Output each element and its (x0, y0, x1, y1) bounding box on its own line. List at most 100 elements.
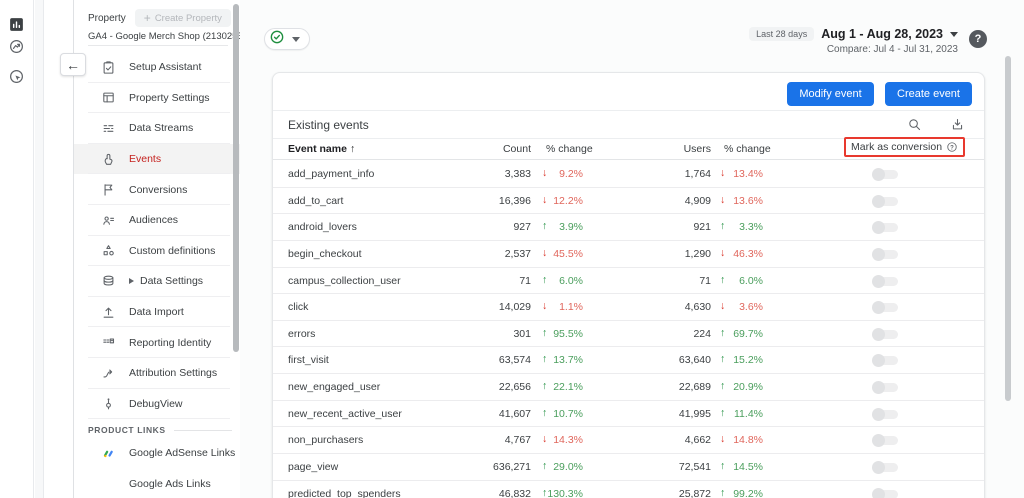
mark-as-conversion-toggle[interactable] (872, 381, 898, 395)
sidebar-item-reporting-identity[interactable]: Reporting Identity (74, 327, 240, 358)
search-icon[interactable] (907, 117, 922, 132)
table-row: page_view 636,271 ↑ 29.0% 72,541 ↑ 14.5% (273, 454, 984, 481)
table-body: add_payment_info 3,383 ↓ 9.2% 1,764 ↓ 13… (273, 161, 984, 498)
table-row: non_purchasers 4,767 ↓ 14.3% 4,662 ↓ 14.… (273, 427, 984, 454)
count-cell: 22,656 (498, 381, 531, 394)
users-change-cell: 14.5% (733, 461, 763, 474)
sidebar-item-custom-definitions[interactable]: Custom definitions (74, 236, 240, 267)
sidebar-item-data-streams[interactable]: Data Streams (74, 113, 240, 144)
users-cell: 224 (693, 327, 711, 340)
count-cell: 2,537 (504, 247, 531, 260)
menu-item-label: Google AdSense Links (129, 447, 236, 460)
mark-as-conversion-toggle[interactable] (872, 168, 898, 181)
svg-text:?: ? (950, 145, 954, 151)
mark-as-conversion-toggle[interactable] (872, 274, 898, 288)
table-title: Existing events (288, 117, 369, 132)
sidebar-item-setup-assistant[interactable]: Setup Assistant (74, 52, 240, 83)
mark-as-conversion-toggle[interactable] (872, 327, 898, 341)
sidebar-item-property-settings[interactable]: Property Settings (74, 83, 240, 114)
main-scrollbar[interactable] (1005, 56, 1011, 401)
column-header-event-name[interactable]: Event name ↑ (288, 143, 355, 155)
menu-item-label: Custom definitions (129, 244, 216, 257)
users-change-cell: 3.6% (739, 301, 763, 314)
users-cell: 1,764 (684, 168, 711, 180)
sidebar-item-attribution-settings[interactable]: Attribution Settings (74, 358, 240, 389)
users-change-arrow-icon: ↑ (720, 380, 726, 393)
count-change-cell: 10.7% (553, 407, 583, 420)
date-range-picker[interactable]: Last 28 days Aug 1 - Aug 28, 2023 Compar… (749, 27, 958, 55)
mark-as-conversion-toggle[interactable] (872, 221, 898, 235)
menu-item-icon (101, 90, 116, 105)
count-change-cell: 9.2% (559, 168, 583, 180)
product-links-menu: Google AdSense Links Google Ads Links (74, 438, 240, 498)
mark-as-conversion-toggle[interactable] (872, 354, 898, 368)
users-change-arrow-icon: ↑ (720, 353, 726, 366)
advertising-icon[interactable] (8, 68, 25, 85)
mark-as-conversion-toggle[interactable] (872, 461, 898, 475)
plus-icon: + (143, 11, 151, 25)
sidebar-item-events[interactable]: Events (74, 143, 240, 175)
menu-item-label: Setup Assistant (129, 61, 202, 74)
count-change-arrow-icon: ↑ (542, 353, 548, 366)
toggle-knob (872, 487, 885, 498)
reports-icon[interactable] (8, 16, 25, 33)
sidebar-item-google-adsense-links[interactable]: Google AdSense Links (74, 438, 240, 469)
sidebar-item-conversions[interactable]: Conversions (74, 174, 240, 205)
menu-item-label: Reporting Identity (129, 336, 212, 349)
property-name[interactable]: GA4 - Google Merch Shop (213025502) (88, 31, 256, 42)
download-icon[interactable] (950, 117, 965, 132)
mark-as-conversion-toggle[interactable] (872, 301, 898, 315)
nav-rail-strip (35, 0, 44, 498)
check-circle-icon (269, 29, 285, 50)
mark-as-conversion-toggle[interactable] (872, 194, 898, 208)
sidebar-scrollbar[interactable] (233, 4, 239, 352)
count-change-cell: 14.3% (553, 434, 583, 447)
mark-as-conversion-toggle[interactable] (872, 434, 898, 448)
sidebar-item-debugview[interactable]: DebugView (74, 389, 240, 420)
question-circle-icon[interactable]: ? (946, 141, 958, 153)
count-cell: 301 (513, 327, 531, 340)
users-change-cell: 6.0% (739, 274, 763, 287)
count-change-cell: 6.0% (559, 274, 583, 287)
create-event-button[interactable]: Create event (885, 82, 972, 106)
toggle-knob (872, 168, 885, 181)
property-status-dropdown[interactable] (264, 28, 310, 50)
date-range-value: Aug 1 - Aug 28, 2023 (821, 27, 943, 41)
mark-as-conversion-toggle[interactable] (872, 407, 898, 421)
count-change-cell: 130.3% (547, 487, 583, 498)
table-row: android_lovers 927 ↑ 3.9% 921 ↑ 3.3% (273, 214, 984, 241)
modify-event-button[interactable]: Modify event (787, 82, 874, 106)
mark-as-conversion-toggle[interactable] (872, 487, 898, 498)
count-change-arrow-icon: ↓ (542, 246, 548, 259)
count-change-cell: 45.5% (553, 247, 583, 260)
count-change-arrow-icon: ↓ (542, 300, 548, 313)
sidebar-item-data-settings[interactable]: Data Settings (74, 266, 240, 297)
explore-icon[interactable] (8, 38, 25, 55)
column-header-users: Users (683, 143, 711, 155)
help-button[interactable]: ? (969, 30, 987, 48)
table-row: campus_collection_user 71 ↑ 6.0% 71 ↑ 6.… (273, 268, 984, 295)
event-name-cell: click (288, 301, 309, 314)
menu-item-icon (101, 366, 116, 381)
property-label: Property (88, 12, 126, 24)
menu-item-label: Conversions (129, 183, 188, 196)
mark-as-conversion-toggle[interactable] (872, 247, 898, 261)
count-change-arrow-icon: ↓ (542, 193, 548, 206)
menu-item-icon (101, 243, 116, 258)
collapse-admin-back-button[interactable]: ← (60, 53, 86, 76)
table-row: begin_checkout 2,537 ↓ 45.5% 1,290 ↓ 46.… (273, 241, 984, 268)
main-content: Last 28 days Aug 1 - Aug 28, 2023 Compar… (240, 0, 1024, 498)
create-property-button[interactable]: + Create Property (134, 9, 231, 27)
toggle-knob (872, 381, 885, 395)
count-change-arrow-icon: ↑ (542, 220, 548, 233)
sidebar-item-data-import[interactable]: Data Import (74, 297, 240, 328)
toggle-knob (872, 247, 885, 261)
count-change-cell: 13.7% (553, 354, 583, 367)
sidebar-item-google-ads-links[interactable]: Google Ads Links (74, 469, 240, 498)
sidebar-item-audiences[interactable]: Audiences (74, 205, 240, 236)
users-cell: 1,290 (684, 247, 711, 260)
users-cell: 63,640 (678, 354, 711, 367)
users-cell: 71 (699, 274, 711, 287)
chevron-down-icon (292, 36, 300, 42)
count-change-arrow-icon: ↑ (542, 406, 548, 419)
